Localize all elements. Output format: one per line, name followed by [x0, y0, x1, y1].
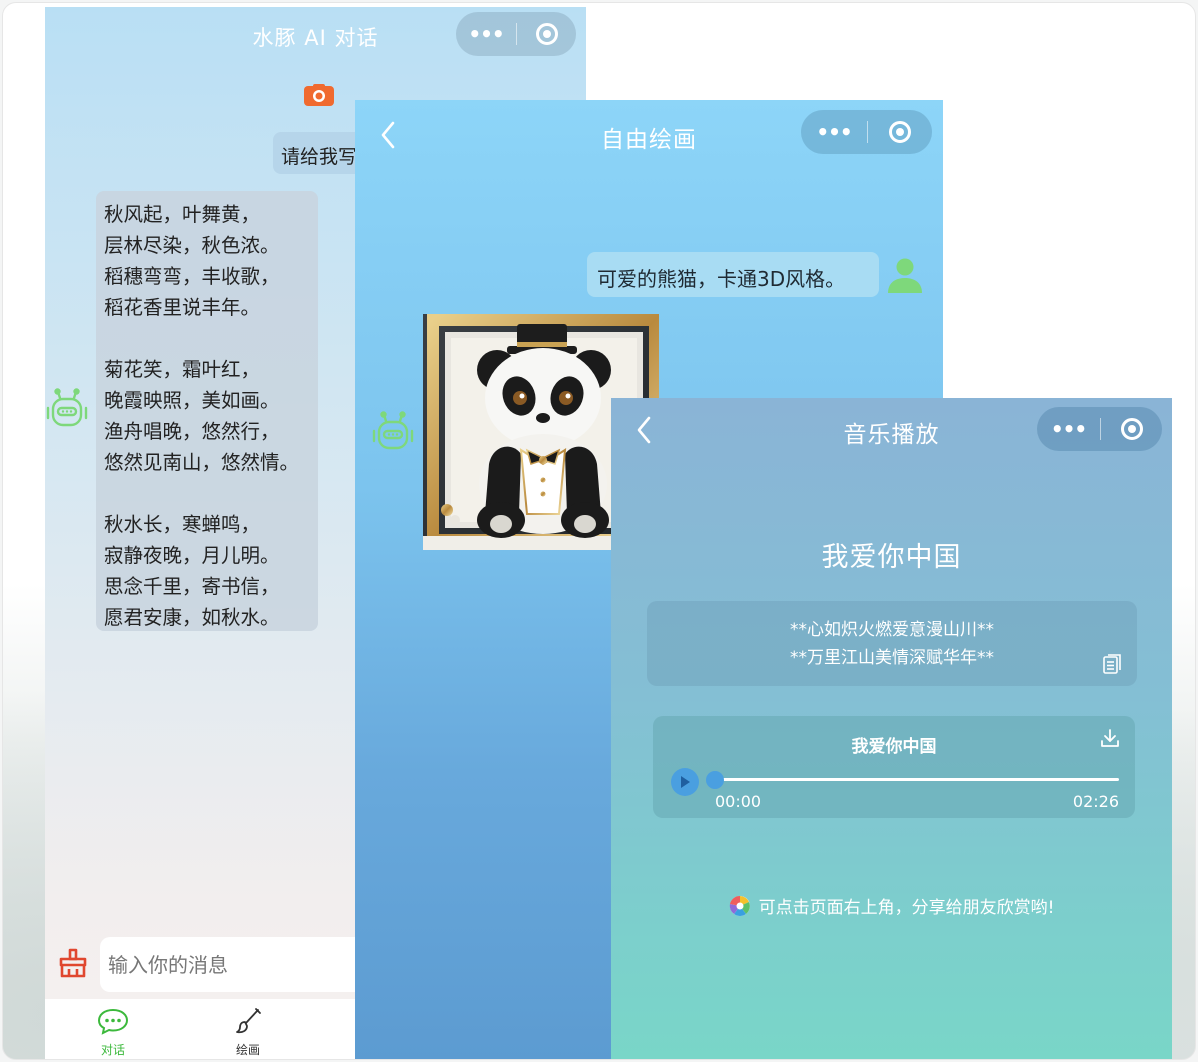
poem-stanza: 秋风起，叶舞黄， 层林尽染，秋色浓。 稻穗弯弯，丰收歌， 稻花香里说丰年。: [104, 199, 310, 323]
poem-line: 悠然见南山，悠然情。: [104, 451, 300, 474]
poem-line: 稻花香里说丰年。: [104, 296, 261, 319]
mini-program-capsule: •••: [1037, 407, 1162, 451]
clear-broom-icon[interactable]: [58, 948, 88, 978]
more-icon[interactable]: •••: [1037, 417, 1100, 441]
poem-line: 思念千里，寄书信，: [104, 575, 280, 598]
chat-bubble-icon: [97, 1008, 129, 1035]
brush-icon: [236, 1008, 261, 1034]
copy-icon[interactable]: [1103, 654, 1121, 674]
play-button[interactable]: [671, 768, 699, 796]
lyrics-box: **心如炽火燃爱意漫山川** **万里江山美情深赋华年**: [647, 601, 1137, 686]
music-screen: 音乐播放 ••• 我爱你中国 **心如炽火燃爱意漫山川** **万里江山美情深赋…: [611, 398, 1172, 1059]
lyric-line: **万里江山美情深赋华年**: [790, 648, 994, 668]
tab-draw[interactable]: 绘画: [208, 1007, 288, 1058]
close-target-icon[interactable]: [517, 23, 576, 45]
mini-program-capsule: •••: [456, 12, 576, 56]
song-title: 我爱你中国: [821, 542, 962, 573]
lyric-line: **心如炽火燃爱意漫山川**: [790, 620, 994, 640]
poem-stanza: 秋水长，寒蝉鸣， 寂静夜晚，月儿明。 思念千里，寄书信， 愿君安康，如秋水。: [104, 509, 310, 633]
poem-line: 渔舟唱晚，悠然行，: [104, 420, 280, 443]
tab-draw-label: 绘画: [235, 1043, 260, 1057]
poem-line: 秋风起，叶舞黄，: [104, 203, 261, 226]
progress-knob[interactable]: [706, 771, 724, 789]
player-track-title: 我爱你中国: [851, 737, 937, 757]
poem-line: 层林尽染，秋色浓。: [104, 234, 280, 257]
robot-avatar-icon: [46, 388, 88, 427]
poem-line: 秋水长，寒蝉鸣，: [104, 513, 261, 536]
share-hint: 可点击页面右上角，分享给朋友欣赏哟!: [611, 893, 1172, 918]
mini-program-capsule: •••: [801, 110, 932, 154]
more-icon[interactable]: •••: [801, 120, 867, 144]
more-icon[interactable]: •••: [456, 22, 516, 46]
poem-line: 寂静夜晚，月儿明。: [104, 544, 280, 567]
shutter-icon: [729, 895, 750, 916]
tab-chat[interactable]: 对话: [73, 1007, 153, 1058]
close-target-icon[interactable]: [1101, 418, 1162, 440]
camera-icon[interactable]: [304, 84, 334, 106]
page-frame: 水豚 AI 对话 ••• 请给我写 秋风起，叶舞黄， 层林尽染，秋色浓。 稻穗弯…: [2, 2, 1196, 1060]
download-icon[interactable]: [1101, 728, 1119, 748]
poem-line: 菊花笑，霜叶红，: [104, 358, 261, 381]
share-hint-text: 可点击页面右上角，分享给朋友欣赏哟!: [758, 898, 1055, 918]
poem-stanza: 菊花笑，霜叶红， 晚霞映照，美如画。 渔舟唱晚，悠然行， 悠然见南山，悠然情。: [104, 354, 310, 478]
progress-slider[interactable]: [706, 771, 1119, 789]
user-prompt-bubble: 可爱的熊猫，卡通3D风格。: [587, 252, 879, 297]
play-icon: [681, 776, 690, 788]
close-target-icon[interactable]: [868, 121, 932, 143]
bot-poem-bubble: 秋风起，叶舞黄， 层林尽染，秋色浓。 稻穗弯弯，丰收歌， 稻花香里说丰年。 菊花…: [96, 191, 318, 631]
tab-chat-label: 对话: [100, 1043, 125, 1057]
user-avatar-icon: [888, 258, 922, 293]
poem-line: 稻穗弯弯，丰收歌，: [104, 265, 280, 288]
robot-avatar-icon: [372, 411, 414, 450]
poem-line: 晚霞映照，美如画。: [104, 389, 280, 412]
poem-line: 愿君安康，如秋水。: [104, 606, 280, 629]
total-time: 02:26: [1072, 792, 1119, 811]
current-time: 00:00: [715, 792, 762, 811]
audio-player: 我爱你中国 00:00 02:26: [653, 716, 1135, 818]
